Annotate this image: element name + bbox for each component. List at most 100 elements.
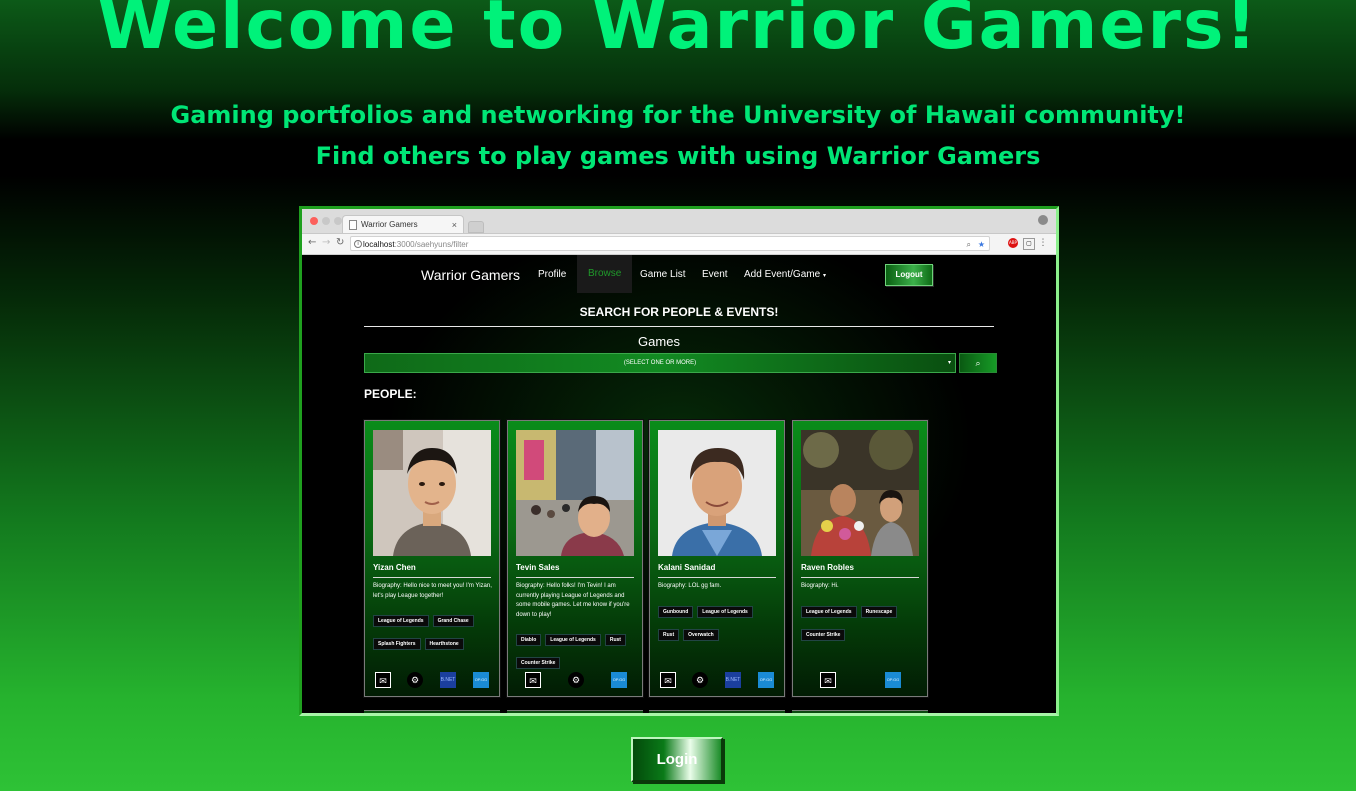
url-host: localhost — [363, 240, 395, 249]
game-tag: League of Legends — [545, 634, 601, 646]
next-card-edge — [649, 710, 785, 713]
divider — [364, 326, 994, 327]
nav-add-label: Add Event/Game — [744, 269, 821, 280]
game-tag: Diablo — [516, 634, 542, 646]
game-tags: League of Legends Grand Chase Splash Figh… — [373, 609, 497, 655]
zoom-icon: ⌕ — [966, 240, 971, 249]
search-button: ⌕ — [959, 353, 997, 373]
browse-page: Warrior Gamers Profile Browse Game List … — [302, 255, 1056, 713]
person-card: Yizan Chen Biography: Hello nice to meet… — [363, 419, 501, 698]
person-bio: Biography: Hello folks! I'm Tevin! I am … — [516, 583, 630, 618]
card-divider — [373, 577, 491, 578]
game-tag: Overwatch — [683, 629, 719, 641]
game-tag: Hearthstone — [424, 638, 464, 650]
tab-title: Warrior Gamers — [361, 220, 418, 229]
close-window-icon — [310, 217, 318, 225]
person-bio: Biography: Hi. — [801, 583, 839, 589]
card-divider — [516, 577, 634, 578]
nav-browse: Browse — [577, 255, 633, 293]
bookmark-star-icon: ★ — [977, 240, 985, 249]
game-tag: Splash Fighters — [373, 638, 421, 650]
steam-icon: ⚙ — [692, 672, 708, 688]
search-title: SEARCH FOR PEOPLE & EVENTS! — [579, 305, 779, 319]
person-name: Tevin Sales — [516, 563, 560, 572]
mail-icon: ✉ — [525, 672, 541, 688]
subtitle-find-others: Find others to play games with using War… — [315, 142, 1041, 170]
mail-icon: ✉ — [820, 672, 836, 688]
game-tag: Rust — [604, 634, 626, 646]
contact-icons: ✉ ⚙ OP.GG — [508, 672, 642, 690]
url-field: i localhost:3000/saehyuns/filter ⌕ ★ — [350, 236, 990, 251]
subtitle-portfolios: Gaming portfolios and networking for the… — [170, 101, 1186, 129]
app-navbar: Warrior Gamers Profile Browse Game List … — [302, 255, 1056, 293]
contact-icons: ✉ ⚙ B.NET OP.GG — [650, 672, 784, 690]
adblock-icon: ABP — [1008, 238, 1018, 248]
game-tags: Gunbound League of Legends Rust Overwatch — [658, 600, 782, 646]
select-placeholder: (SELECT ONE OR MORE) — [623, 360, 697, 366]
contact-icons: ✉ ⚙ B.NET OP.GG — [365, 672, 499, 690]
url-path: :3000/saehyuns/filter — [394, 240, 469, 249]
person-name: Raven Robles — [801, 563, 854, 572]
opgg-icon: OP.GG — [885, 672, 901, 688]
search-icon: ⌕ — [975, 358, 981, 368]
card-divider — [801, 577, 919, 578]
game-tag: Rust — [658, 629, 680, 641]
reload-icon: ↻ — [336, 237, 345, 248]
next-card-edge — [364, 710, 500, 713]
address-bar: ← → ↻ i localhost:3000/saehyuns/filter ⌕… — [302, 234, 1056, 255]
game-tag: Counter Strike — [801, 629, 846, 641]
tab-close-icon: × — [451, 220, 457, 230]
login-button[interactable]: Login — [631, 737, 723, 782]
game-tag: League of Legends — [801, 606, 857, 618]
person-card: Tevin Sales Biography: Hello folks! I'm … — [506, 419, 644, 698]
game-tag: Grand Chase — [432, 615, 474, 627]
games-select: (SELECT ONE OR MORE) ▾ — [364, 353, 956, 373]
games-label: Games — [638, 334, 680, 349]
browser-tab-strip: Warrior Gamers × — [302, 209, 1056, 234]
caret-down-icon: ▾ — [822, 273, 826, 279]
maximize-window-icon — [334, 217, 342, 225]
menu-kebab-icon: ⋮ — [1038, 238, 1048, 248]
next-card-edge — [507, 710, 643, 713]
profile-photo — [801, 430, 919, 556]
person-name: Kalani Sanidad — [658, 563, 716, 572]
new-tab-button — [468, 221, 484, 233]
person-card: Kalani Sanidad Biography: LOL gg fam. Gu… — [648, 419, 786, 698]
app-screenshot: Warrior Gamers × ← → ↻ i localhost:3000/… — [299, 206, 1059, 716]
game-tag: Gunbound — [658, 606, 694, 618]
page-title: Welcome to Warrior Gamers! — [97, 0, 1259, 65]
contact-icons: ✉ OP.GG — [793, 672, 927, 690]
profile-photo — [516, 430, 634, 556]
mail-icon: ✉ — [375, 672, 391, 688]
logout-button: Logout — [885, 264, 933, 286]
person-bio: Biography: Hello nice to meet you! I'm Y… — [373, 583, 492, 599]
game-tags: Diablo League of Legends Rust Counter Stri… — [516, 628, 640, 674]
game-tag: League of Legends — [697, 606, 753, 618]
nav-add-event-game: Add Event/Game ▾ — [744, 269, 826, 280]
person-bio: Biography: LOL gg fam. — [658, 583, 722, 589]
next-card-edge — [792, 710, 928, 713]
minimize-window-icon — [322, 217, 330, 225]
people-heading: PEOPLE: — [364, 387, 417, 401]
game-tags: League of Legends Runescape Counter Strik… — [801, 600, 925, 646]
nav-profile: Profile — [538, 269, 567, 280]
game-tag: League of Legends — [373, 615, 429, 627]
forward-icon: → — [322, 237, 331, 248]
opgg-icon: OP.GG — [758, 672, 774, 688]
card-divider — [658, 577, 776, 578]
person-card: Raven Robles Biography: Hi. League of Le… — [791, 419, 929, 698]
profile-photo — [658, 430, 776, 556]
mail-icon: ✉ — [660, 672, 676, 688]
document-icon — [349, 220, 357, 230]
game-tag: Runescape — [860, 606, 898, 618]
nav-game-list: Game List — [640, 269, 686, 280]
extension-icon: ▢ — [1023, 238, 1035, 250]
back-icon: ← — [308, 237, 317, 248]
nav-event: Event — [702, 269, 728, 280]
steam-icon: ⚙ — [407, 672, 423, 688]
caret-down-icon: ▾ — [947, 360, 951, 366]
opgg-icon: OP.GG — [611, 672, 627, 688]
profile-photo — [373, 430, 491, 556]
browser-tab: Warrior Gamers × — [342, 215, 464, 233]
game-tag: Counter Strike — [516, 657, 561, 669]
